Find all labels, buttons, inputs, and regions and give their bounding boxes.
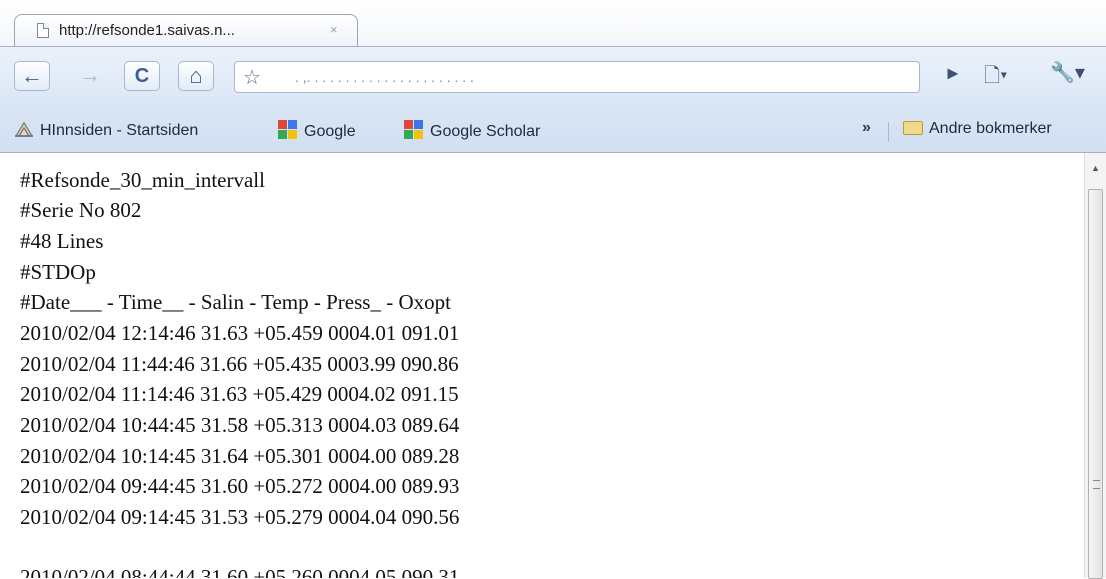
page-menu-icon[interactable]: 🗋▾ [984, 61, 1007, 95]
address-bar[interactable]: ☆ . ,. . . . . . . . . . . . . . . . . .… [234, 61, 920, 93]
text-line: 2010/02/04 10:44:45 31.58 +05.313 0004.0… [20, 413, 460, 437]
bookmark-innsiden[interactable]: HInnsiden - Startsiden [14, 120, 198, 140]
scrollbar-thumb[interactable] [1088, 189, 1103, 579]
text-line: #Refsonde_30_min_intervall [20, 168, 265, 192]
folder-icon [903, 121, 923, 135]
text-line: 2010/02/04 10:14:45 31.64 +05.301 0004.0… [20, 444, 460, 468]
bookmark-label: HInnsiden - Startsiden [40, 122, 199, 139]
text-line: #Serie No 802 [20, 198, 142, 222]
browser-tab[interactable]: http://refsonde1.saivas.n... × [14, 14, 358, 46]
reload-icon: C [134, 65, 150, 87]
google-icon [278, 120, 298, 140]
scroll-up-icon[interactable]: ▲ [1091, 163, 1100, 173]
tab-title: http://refsonde1.saivas.n... [59, 22, 235, 39]
text-line: #48 Lines [20, 229, 104, 253]
back-arrow-icon: ← [21, 63, 43, 88]
bookmark-label: Google Scholar [430, 123, 541, 140]
url-text[interactable]: . ,. . . . . . . . . . . . . . . . . . .… [295, 69, 474, 85]
text-line: 2010/02/04 11:44:46 31.66 +05.435 0003.9… [20, 352, 459, 376]
text-line: 2010/02/04 12:14:46 31.63 +05.459 0004.0… [20, 321, 460, 345]
bookmarks-overflow-icon[interactable]: » [862, 119, 871, 137]
tab-close-icon[interactable]: × [330, 22, 338, 37]
other-bookmarks[interactable]: Andre bokmerker [903, 120, 1052, 138]
wrench-menu-icon[interactable]: 🔧▾ [1050, 60, 1085, 85]
grip-icon [1093, 480, 1100, 489]
text-line: 2010/02/04 09:44:45 31.60 +05.272 0004.0… [20, 474, 460, 498]
bookmark-google[interactable]: Google [278, 120, 356, 141]
bookmark-label: Google [304, 123, 356, 140]
text-line: 2010/02/04 09:14:45 31.53 +05.279 0004.0… [20, 505, 460, 529]
page-icon [37, 23, 49, 38]
other-bookmarks-label: Andre bokmerker [929, 120, 1052, 137]
vertical-scrollbar[interactable]: ▲ [1084, 153, 1106, 579]
tab-strip: http://refsonde1.saivas.n... × [0, 0, 1106, 46]
bookmarks-divider [888, 122, 889, 142]
reload-button[interactable]: C [124, 61, 160, 91]
text-line: 2010/02/04 08:44:44 31.60 +05.260 0004.0… [20, 565, 460, 578]
text-line: #STDOp [20, 260, 96, 284]
google-icon [404, 120, 424, 140]
page-content: #Refsonde_30_min_intervall #Serie No 802… [0, 153, 1084, 578]
bookmarks-bar: HInnsiden - Startsiden Google Google Sch… [0, 112, 1106, 153]
browser-toolbar: ← → C ⌂ ☆ . ,. . . . . . . . . . . . . .… [0, 46, 1106, 113]
ntnu-icon [14, 121, 34, 137]
back-button[interactable]: ← [14, 61, 50, 91]
home-icon: ⌂ [189, 63, 203, 88]
text-line: #Date___ - Time__ - Salin - Temp - Press… [20, 290, 451, 314]
forward-button[interactable]: → [72, 61, 108, 91]
bookmark-star-icon[interactable]: ☆ [243, 65, 261, 90]
forward-arrow-icon: → [79, 62, 101, 87]
text-line: 2010/02/04 11:14:46 31.63 +05.429 0004.0… [20, 382, 459, 406]
bookmark-google-scholar[interactable]: Google Scholar [404, 120, 540, 141]
go-icon[interactable]: ► [944, 63, 962, 84]
home-button[interactable]: ⌂ [178, 61, 214, 91]
